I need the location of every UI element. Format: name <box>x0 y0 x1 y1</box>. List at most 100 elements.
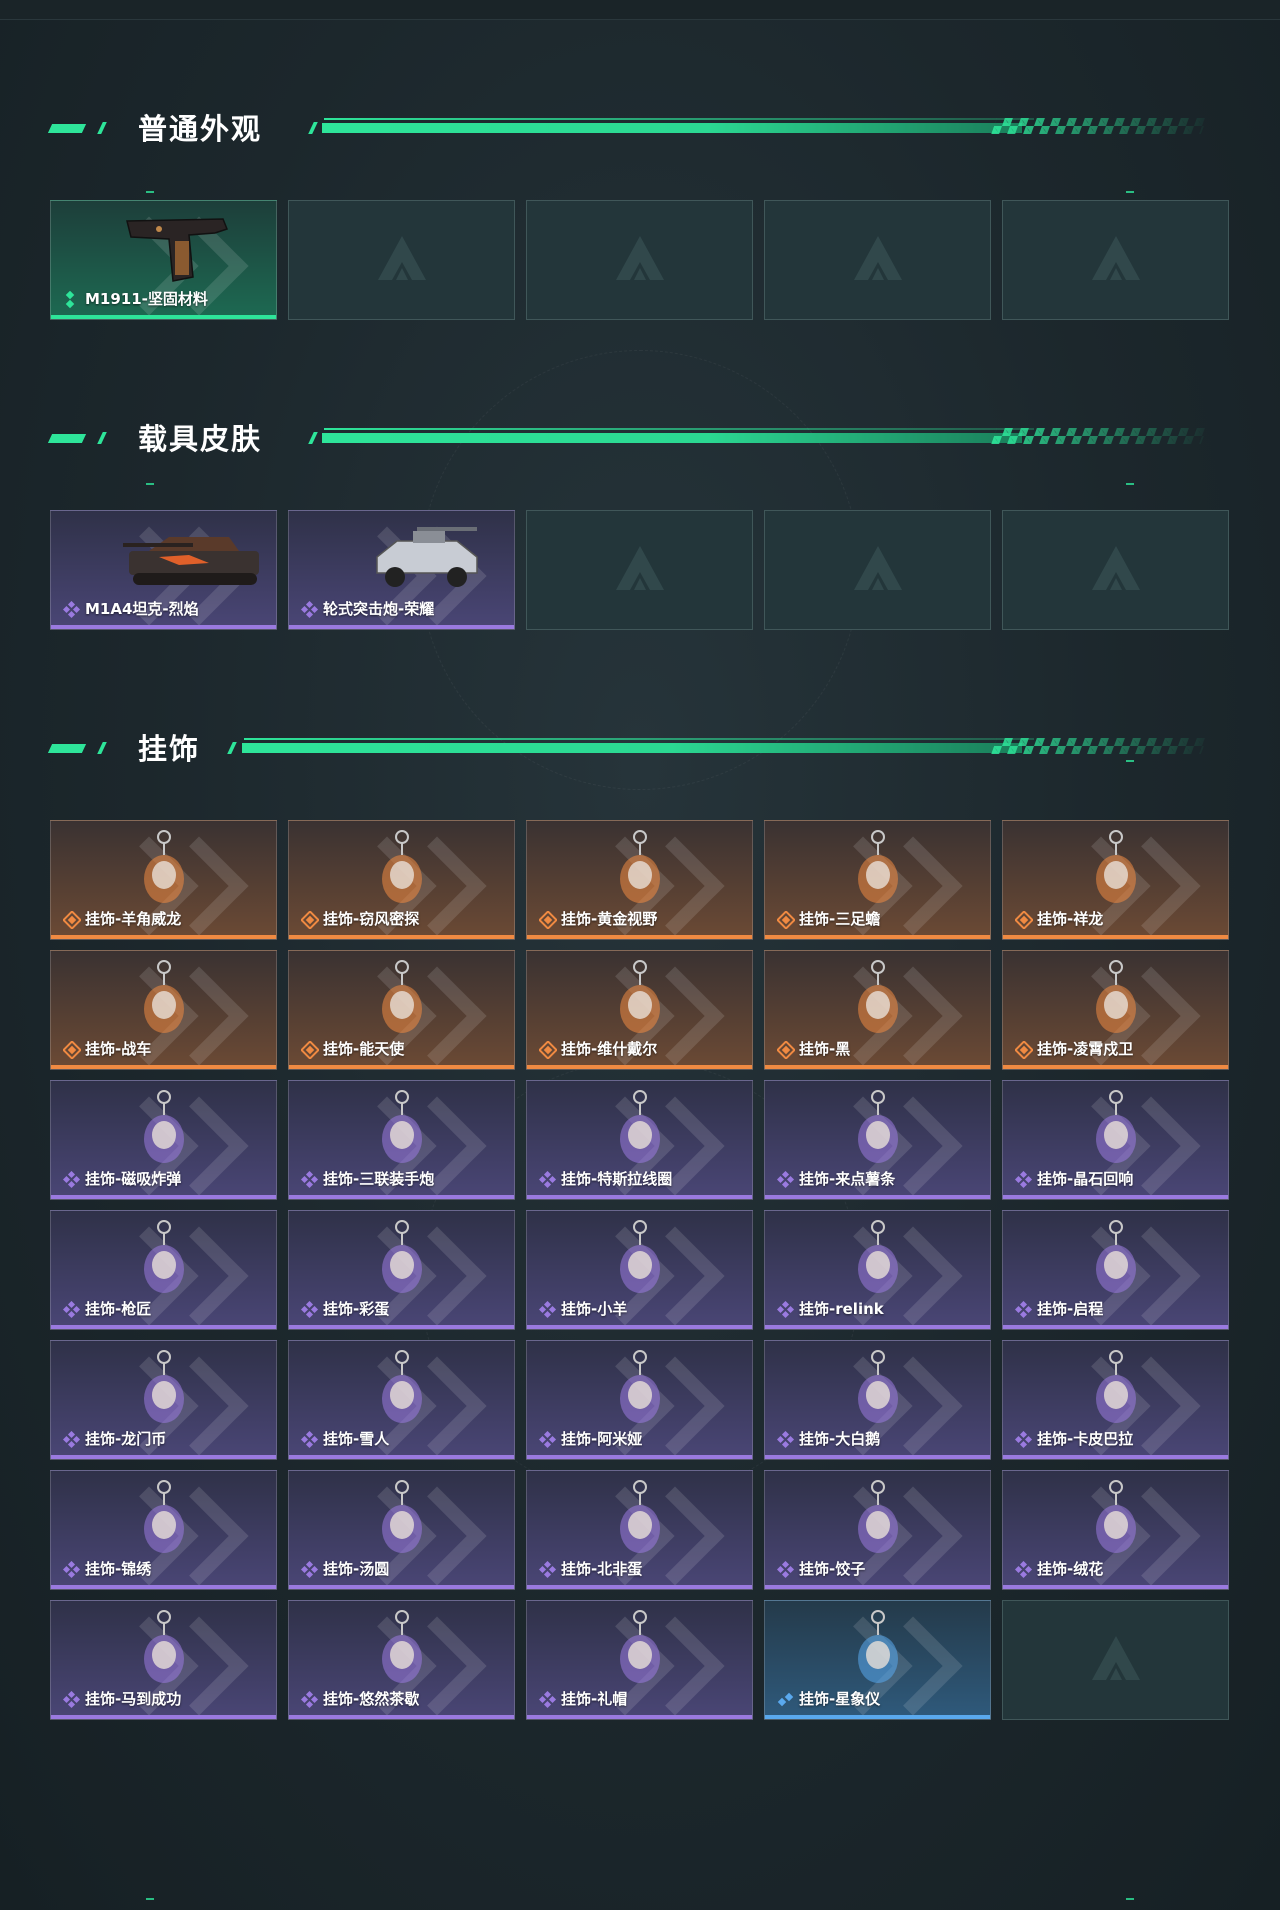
rarity-icon <box>1014 1040 1034 1060</box>
item-card[interactable]: 挂饰-卡皮巴拉 <box>1002 1340 1229 1460</box>
rarity-icon <box>300 910 320 930</box>
item-label: 挂饰-雪人 <box>323 1430 390 1448</box>
item-card[interactable]: 挂饰-阿米娅 <box>526 1340 753 1460</box>
header-slash <box>308 432 318 444</box>
item-label: 挂饰-悠然茶歇 <box>323 1690 420 1708</box>
charm-icon <box>119 1217 209 1303</box>
item-card[interactable]: 挂饰-锦绣 <box>50 1470 277 1590</box>
item-card[interactable]: 轮式突击炮-荣耀 <box>288 510 515 630</box>
charm-icon <box>833 1347 923 1433</box>
vehicle-skins-grid: M1A4坦克-烈焰 轮式突击炮-荣耀 <box>50 510 1229 630</box>
item-label: 挂饰-锦绣 <box>85 1560 152 1578</box>
item-card[interactable]: 挂饰-北非蛋 <box>526 1470 753 1590</box>
item-card[interactable]: 挂饰-雪人 <box>288 1340 515 1460</box>
charm-icon <box>119 1607 209 1693</box>
rarity-icon <box>1014 1560 1033 1579</box>
rarity-icon <box>300 600 319 619</box>
item-card[interactable]: 挂饰-三足蟾 <box>764 820 991 940</box>
empty-slot[interactable] <box>526 200 753 320</box>
header-thin-bar <box>324 428 1034 430</box>
item-card[interactable]: 挂饰-维什戴尔 <box>526 950 753 1070</box>
item-card[interactable]: 挂饰-窃风密探 <box>288 820 515 940</box>
item-label: 挂饰-汤圆 <box>323 1560 390 1578</box>
rarity-icon <box>300 1430 319 1449</box>
rarity-stripe <box>765 1065 990 1069</box>
item-card[interactable]: 挂饰-祥龙 <box>1002 820 1229 940</box>
tick-mark <box>1126 1898 1134 1900</box>
charm-icon <box>357 1217 447 1303</box>
item-card[interactable]: 挂饰-礼帽 <box>526 1600 753 1720</box>
item-card[interactable]: 挂饰-汤圆 <box>288 1470 515 1590</box>
empty-slot[interactable] <box>1002 1600 1229 1720</box>
empty-slot[interactable] <box>288 200 515 320</box>
item-card[interactable]: 挂饰-黑 <box>764 950 991 1070</box>
placeholder-logo-icon <box>372 230 432 290</box>
charm-icon <box>119 1087 209 1173</box>
item-label: 挂饰-维什戴尔 <box>561 1040 658 1058</box>
rarity-icon <box>538 1300 557 1319</box>
item-card[interactable]: M1911-坚固材料 <box>50 200 277 320</box>
empty-slot[interactable] <box>526 510 753 630</box>
item-card[interactable]: 挂饰-饺子 <box>764 1470 991 1590</box>
empty-slot[interactable] <box>1002 200 1229 320</box>
charm-icon <box>119 1477 209 1563</box>
section-title: 挂饰 <box>138 732 201 766</box>
item-card[interactable]: 挂饰-悠然茶歇 <box>288 1600 515 1720</box>
item-card[interactable]: 挂饰-大白鹅 <box>764 1340 991 1460</box>
item-card[interactable]: M1A4坦克-烈焰 <box>50 510 277 630</box>
item-card[interactable]: 挂饰-枪匠 <box>50 1210 277 1330</box>
item-card[interactable]: 挂饰-晶石回响 <box>1002 1080 1229 1200</box>
rarity-icon <box>776 1430 795 1449</box>
item-label: 挂饰-启程 <box>1037 1300 1104 1318</box>
item-card[interactable]: 挂饰-羊角威龙 <box>50 820 277 940</box>
item-card[interactable]: 挂饰-三联装手炮 <box>288 1080 515 1200</box>
item-card[interactable]: 挂饰-特斯拉线圈 <box>526 1080 753 1200</box>
rarity-icon <box>777 1691 795 1709</box>
item-label: 挂饰-阿米娅 <box>561 1430 643 1448</box>
item-card[interactable]: 挂饰-战车 <box>50 950 277 1070</box>
item-card[interactable]: 挂饰-星象仪 <box>764 1600 991 1720</box>
item-card[interactable]: 挂饰-龙门币 <box>50 1340 277 1460</box>
rarity-icon <box>538 1170 557 1189</box>
item-label: 挂饰-晶石回响 <box>1037 1170 1134 1188</box>
item-label: 挂饰-战车 <box>85 1040 152 1058</box>
item-label: 挂饰-龙门币 <box>85 1430 167 1448</box>
item-card[interactable]: 挂饰-绒花 <box>1002 1470 1229 1590</box>
charm-icon <box>1071 1477 1161 1563</box>
charm-icon <box>357 1087 447 1173</box>
item-card[interactable]: 挂饰-小羊 <box>526 1210 753 1330</box>
item-card[interactable]: 挂饰-马到成功 <box>50 1600 277 1720</box>
rarity-stripe <box>289 1065 514 1069</box>
top-bar <box>0 0 1280 20</box>
item-label: 挂饰-祥龙 <box>1037 910 1104 928</box>
header-thin-bar <box>244 738 1034 740</box>
item-card[interactable]: 挂饰-来点薯条 <box>764 1080 991 1200</box>
item-card[interactable]: 挂饰-凌霄戍卫 <box>1002 950 1229 1070</box>
item-label: 挂饰-三足蟾 <box>799 910 881 928</box>
empty-slot[interactable] <box>1002 510 1229 630</box>
item-label: 挂饰-来点薯条 <box>799 1170 896 1188</box>
item-card[interactable]: 挂饰-黄金视野 <box>526 820 753 940</box>
rarity-icon <box>62 910 82 930</box>
rarity-stripe <box>51 625 276 629</box>
item-card[interactable]: 挂饰-启程 <box>1002 1210 1229 1330</box>
empty-slot[interactable] <box>764 200 991 320</box>
charm-icon <box>595 1477 685 1563</box>
section-title: 普通外观 <box>138 112 263 146</box>
item-card[interactable]: 挂饰-relink <box>764 1210 991 1330</box>
item-label: 挂饰-星象仪 <box>799 1690 881 1708</box>
charm-icon <box>595 1217 685 1303</box>
item-card[interactable]: 挂饰-能天使 <box>288 950 515 1070</box>
rarity-icon <box>62 600 81 619</box>
rarity-icon <box>1014 1300 1033 1319</box>
charm-icon <box>1071 1347 1161 1433</box>
empty-slot[interactable] <box>764 510 991 630</box>
item-card[interactable]: 挂饰-彩蛋 <box>288 1210 515 1330</box>
tick-mark <box>1126 760 1134 762</box>
rarity-stripe <box>527 1195 752 1199</box>
placeholder-logo-icon <box>1086 540 1146 600</box>
charm-icon <box>833 1087 923 1173</box>
section-title: 载具皮肤 <box>138 422 263 456</box>
item-card[interactable]: 挂饰-磁吸炸弹 <box>50 1080 277 1200</box>
pistol-icon <box>119 207 228 293</box>
